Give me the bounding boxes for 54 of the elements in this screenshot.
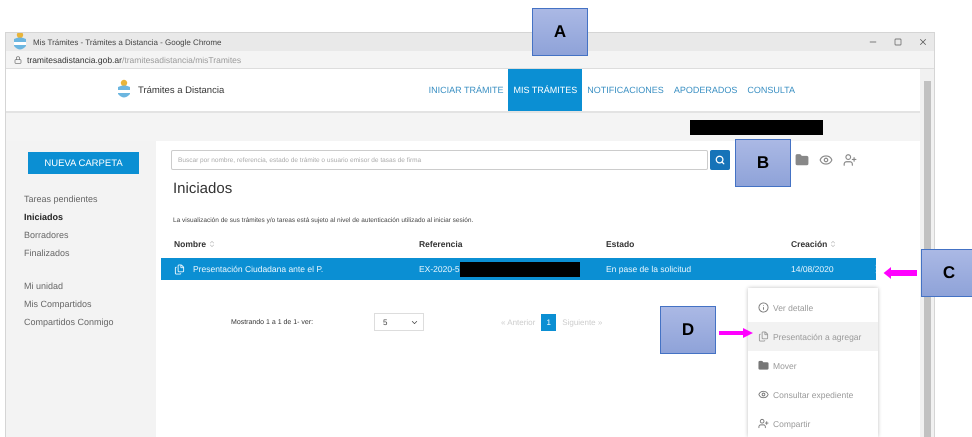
search-icon[interactable] <box>715 155 725 165</box>
sidebar-item[interactable]: Finalizados <box>24 244 156 262</box>
page-heading: Iniciados <box>173 180 234 197</box>
table-row[interactable]: Presentación Ciudadana ante el P. EX-2020-5 En pase de la solicitud 14/08/2020 <box>161 258 876 280</box>
user-plus-icon <box>758 418 769 429</box>
sort-icon[interactable] <box>208 240 216 248</box>
column-header[interactable]: Estado <box>606 239 634 249</box>
maximize-button[interactable] <box>894 38 902 46</box>
table-cell-text: En pase de la solicitud <box>606 264 692 274</box>
eye-icon[interactable] <box>819 153 833 167</box>
menu-item[interactable]: Consultar expediente <box>748 380 878 409</box>
column-header[interactable]: Referencia <box>419 239 462 249</box>
sidebar-item[interactable]: Iniciados <box>24 208 156 226</box>
window-title: Mis Trámites - Trámites a Distancia - Google Chrome <box>33 38 222 46</box>
callout-label: A <box>532 8 588 56</box>
page-button[interactable]: 1 <box>541 314 556 330</box>
menu-item[interactable]: Mover <box>748 351 878 380</box>
nav-tab[interactable]: INICIAR TRÁMITE <box>424 69 508 111</box>
files-icon <box>174 264 185 274</box>
page-size-select[interactable]: 5 <box>374 313 424 331</box>
menu-item[interactable]: Ver detalle <box>748 293 878 322</box>
sidebar-item[interactable]: Tareas pendientes <box>24 190 156 208</box>
table-cell: EX-2020-5 <box>419 264 460 274</box>
files-icon <box>758 331 769 342</box>
close-button[interactable] <box>918 37 928 47</box>
callout-label: D <box>660 306 716 354</box>
callout-label: B <box>735 139 791 187</box>
info-icon <box>758 302 769 313</box>
nav-tab[interactable]: NOTIFICACIONES <box>582 69 669 111</box>
menu-item[interactable]: Compartir <box>748 409 878 437</box>
search-button[interactable] <box>710 150 730 170</box>
sidebar-item[interactable]: Borradores <box>24 226 156 244</box>
site-title: Trámites a Distancia <box>138 84 224 96</box>
sidebar-item[interactable]: Mis Compartidos <box>24 295 156 313</box>
sidebar-item[interactable]: Mi unidad <box>24 277 156 295</box>
menu-item[interactable]: Presentación a agregar <box>748 322 878 351</box>
column-header[interactable]: Nombre <box>174 239 206 249</box>
column-header[interactable]: Creación <box>791 239 828 249</box>
nav-tab[interactable]: MIS TRÁMITES <box>508 69 582 111</box>
arrow-icon <box>719 328 753 338</box>
nav-tab[interactable]: CONSULTA <box>742 69 800 111</box>
new-folder-button[interactable]: NUEVA CARPETA <box>28 152 139 174</box>
address-bar-url[interactable]: tramitesadistancia.gob.ar/tramitesadistancia/misTramites <box>27 54 242 64</box>
folder-icon <box>758 360 769 371</box>
folder-icon[interactable] <box>795 153 809 167</box>
nav-tab[interactable]: APODERADOS <box>668 69 742 111</box>
table-cell-text: 14/08/2020 <box>791 264 835 274</box>
user-plus-icon[interactable] <box>843 153 857 167</box>
sort-icon[interactable] <box>829 240 838 248</box>
table-cell: Presentación Ciudadana ante el P. <box>193 264 324 274</box>
lock-icon <box>14 56 22 64</box>
sidebar-item[interactable]: Compartidos Conmigo <box>24 313 156 331</box>
eye-icon <box>758 389 769 400</box>
callout-label: C <box>921 249 972 297</box>
